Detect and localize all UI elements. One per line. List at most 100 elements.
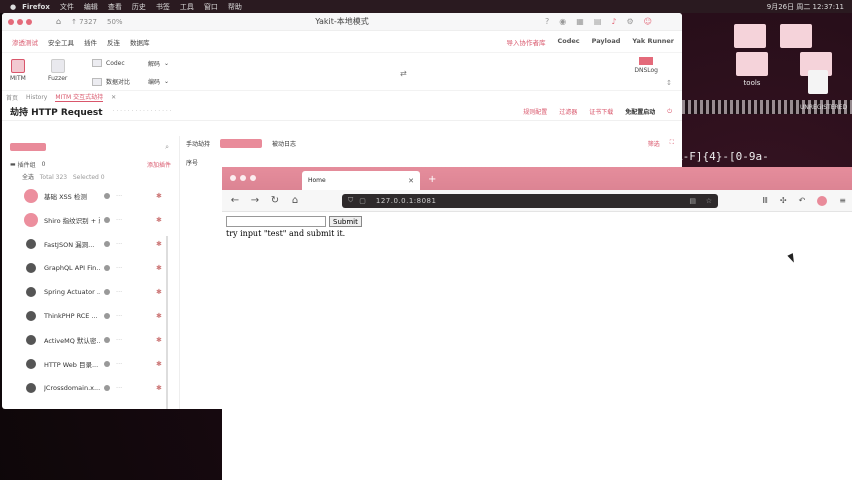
pin-icon[interactable]: ✱ [156, 264, 162, 272]
encode-tool[interactable]: 编码 ⌄ [148, 77, 169, 86]
pin-icon[interactable]: ✱ [156, 192, 162, 200]
plugin-scrollbar[interactable] [166, 236, 168, 409]
fuzzer-tool[interactable]: Fuzzer [48, 59, 67, 82]
reload-icon[interactable]: ↻ [268, 195, 282, 206]
help-icon[interactable]: ? [545, 17, 549, 26]
tab-history[interactable]: History [26, 94, 47, 101]
rule-config-button[interactable]: 规则配置 [523, 107, 547, 116]
tab-manual-hijack[interactable]: 手动劫持 [186, 139, 210, 148]
url-bar[interactable]: ⛉ ▢ 127.0.0.1:8081 ▤ ☆ [342, 193, 718, 208]
nav-reverse[interactable]: 反连 [107, 37, 120, 47]
mitm-tool[interactable]: MITM [10, 59, 26, 82]
test-input[interactable] [226, 216, 326, 227]
pin-icon[interactable]: ✱ [156, 312, 162, 320]
cert-download-button[interactable]: 证书下载 [589, 107, 613, 116]
zoom-dot-icon[interactable] [26, 18, 32, 25]
list-item[interactable]: HTTP Web 目录... ··· ✱ [2, 352, 179, 376]
desktop-folder-tools[interactable]: tools [732, 52, 772, 87]
table-icon[interactable]: ▦ [576, 17, 584, 26]
nav-security-tools[interactable]: 安全工具 [48, 37, 74, 47]
fullscreen-icon[interactable]: ⛶ [670, 139, 674, 148]
shield-icon[interactable]: ⛉ [348, 196, 353, 205]
list-item[interactable]: GraphQL API Fin... ··· ✱ [2, 256, 179, 280]
list-item[interactable]: Spring Actuator ... ··· ✱ [2, 280, 179, 304]
compare-tool[interactable]: 数据对比 [92, 77, 130, 86]
dnslog-tool[interactable]: DNSLog [634, 57, 658, 74]
settings-icon[interactable]: ⚙ [626, 17, 633, 26]
menu-bookmarks[interactable]: 书签 [156, 2, 170, 12]
list-item[interactable]: ThinkPHP RCE ... ··· ✱ [2, 304, 179, 328]
desktop-folder-blank[interactable] [730, 24, 770, 51]
account-icon[interactable] [817, 195, 828, 206]
list-item[interactable]: 基础 XSS 检测 ··· ✱ [2, 184, 179, 208]
nav-plugins[interactable]: 插件 [84, 37, 97, 47]
tab-mitm[interactable]: MITM 交互式劫持 [55, 92, 104, 102]
close-dot-icon[interactable] [8, 18, 14, 25]
menu-icon[interactable]: ≡ [839, 196, 846, 205]
forward-icon[interactable]: → [248, 195, 262, 206]
zoom-dot-icon[interactable] [250, 175, 256, 181]
page-info-icon[interactable]: ▢ [359, 197, 366, 205]
menubar-app-name[interactable]: Firefox [22, 3, 50, 11]
list-item[interactable]: FastJSON 漏洞... ··· ✱ [2, 232, 179, 256]
close-dot-icon[interactable] [230, 175, 236, 181]
select-all-checkbox[interactable]: 全选 [22, 174, 34, 181]
power-icon[interactable]: ⏻ [667, 108, 672, 116]
plugin-group-label[interactable]: 插件组 [18, 160, 36, 169]
extension-icon[interactable]: ▤ [689, 197, 696, 205]
expand-arrows-icon[interactable]: ⇄ [400, 69, 407, 78]
home-icon[interactable]: ⌂ [288, 195, 302, 206]
nav-pentest[interactable]: 渗透测试 [12, 37, 38, 47]
plugin-search[interactable]: ⌕ [10, 142, 171, 152]
minimize-dot-icon[interactable] [17, 18, 23, 25]
tab-passive-log[interactable]: 被动日志 [272, 139, 296, 148]
submit-button[interactable]: Submit [329, 216, 362, 227]
nav-database[interactable]: 数据库 [130, 37, 150, 47]
file-icon[interactable] [808, 70, 828, 94]
chart-icon[interactable]: ▤ [594, 17, 602, 26]
search-icon[interactable]: ⌕ [165, 143, 169, 152]
menu-history[interactable]: 历史 [132, 2, 146, 12]
pin-icon[interactable]: ✱ [156, 360, 162, 368]
payload-button[interactable]: Payload [592, 37, 621, 47]
close-icon[interactable]: ✕ [408, 177, 414, 185]
menu-file[interactable]: 文件 [60, 2, 74, 12]
menu-tools[interactable]: 工具 [180, 2, 194, 12]
back-icon[interactable]: ← [228, 195, 242, 206]
import-button[interactable]: 导入协作者库 [507, 37, 546, 47]
new-tab-icon[interactable]: + [428, 174, 436, 185]
library-icon[interactable]: Ⅲ [762, 196, 768, 205]
search-input[interactable] [10, 143, 46, 151]
tab-home[interactable]: 首页 [6, 93, 18, 102]
bookmark-star-icon[interactable]: ☆ [706, 197, 712, 205]
undo-icon[interactable]: ↶ [799, 196, 806, 205]
collapse-icon[interactable]: ↕ [666, 79, 672, 87]
decode-tool[interactable]: 解码 ⌄ [148, 59, 169, 68]
apple-icon[interactable]: ● [10, 3, 16, 11]
filter-button[interactable]: 过滤器 [559, 107, 577, 116]
list-item[interactable]: Shiro 指纹识别 + 弱... ··· ✱ [2, 208, 179, 232]
list-item[interactable]: JCrossdomain.x... ··· ✱ [2, 376, 179, 400]
filter-link[interactable]: 筛选 [648, 139, 660, 148]
browser-tab-home[interactable]: Home ✕ [302, 171, 420, 190]
minimize-dot-icon[interactable] [240, 175, 246, 181]
pin-icon[interactable]: ✱ [156, 384, 162, 392]
codec-button[interactable]: Codec [558, 37, 580, 47]
tab-auto-forward[interactable] [220, 138, 263, 148]
url-text[interactable]: 127.0.0.1:8081 [376, 197, 437, 205]
bell-icon[interactable]: ♪ [611, 17, 616, 26]
menu-help[interactable]: 帮助 [228, 2, 242, 12]
codec-tool[interactable]: Codec [92, 59, 125, 67]
menu-view[interactable]: 查看 [108, 2, 122, 12]
pin-icon[interactable]: ✱ [156, 216, 162, 224]
avatar-icon[interactable]: ☺ [644, 17, 652, 26]
menu-edit[interactable]: 编辑 [84, 2, 98, 12]
desktop-folder-blank-2[interactable] [776, 24, 816, 51]
pin-icon[interactable]: ✱ [156, 240, 162, 248]
camera-icon[interactable]: ◉ [559, 17, 566, 26]
no-config-start-button[interactable]: 免配置启动 [625, 107, 655, 116]
pin-icon[interactable]: ✱ [156, 336, 162, 344]
list-item[interactable]: ActiveMQ 默认密... ··· ✱ [2, 328, 179, 352]
menu-window[interactable]: 窗口 [204, 2, 218, 12]
pin-icon[interactable]: ✱ [156, 288, 162, 296]
